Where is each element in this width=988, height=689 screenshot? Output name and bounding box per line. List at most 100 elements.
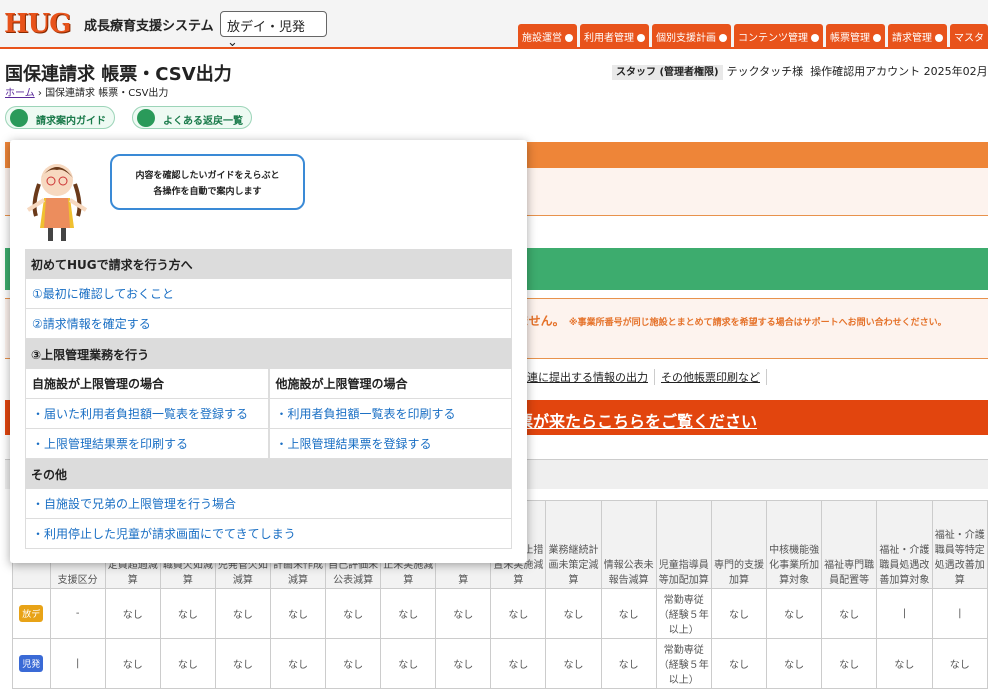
nav-tab[interactable]: コンテンツ管理 — [734, 24, 823, 49]
notice-subtext: ※事業所番号が同じ施設とまとめて請求を希望する場合はサポートへお問い合わせくださ… — [568, 318, 947, 328]
table-cell: | — [931, 588, 988, 639]
billing-guide-label: 請求案内ガイド — [36, 116, 106, 127]
table-cell: なし — [159, 588, 216, 639]
table-cell: なし — [710, 638, 768, 689]
table-cell: | — [876, 588, 933, 639]
top-header: HUG 成長療育支援システム 放デイ・児発 ⌄ 施設運営 利用者管理 個別支援計画 コ… — [0, 0, 988, 50]
role-badge: スタッフ (管理者権限) — [612, 65, 723, 80]
nav-tab-label: コンテンツ管理 — [738, 33, 808, 44]
service-select[interactable]: 放デイ・児発 ⌄ — [220, 11, 327, 50]
table-cell: なし — [821, 588, 878, 639]
table-row: 放デ - なし なし なし なし なし なし なし なし なし なし 常勤専従（経験５年以上） なし なしな… — [12, 588, 988, 639]
page-title: 国保連請求 帳票・CSV出力 — [5, 64, 232, 85]
table-cell: なし — [931, 638, 988, 689]
table-cell: なし — [435, 588, 492, 639]
guide-item-stopped-child[interactable]: ・利用停止した児童が請求画面にでてきてしまう — [25, 519, 512, 549]
nav-tab-label: 請求管理 — [892, 33, 932, 44]
column-header: 情報公表未報告減算 — [600, 500, 657, 589]
guide-item-print-result[interactable]: ・上限管理結果票を印刷する — [25, 429, 269, 459]
link-other-forms[interactable]: その他帳票印刷など — [655, 369, 767, 385]
guide-speech-bubble: 内容を確認したいガイドをえらぶと 各操作を自動で案内します — [110, 154, 305, 210]
nav-tab-label: 利用者管理 — [584, 33, 634, 44]
table-cell: なし — [214, 588, 271, 639]
bubble-line-2: 各操作を自動で案内します — [153, 187, 262, 197]
user-name: テックタッチ様 — [726, 65, 804, 78]
table-cell: なし — [600, 638, 657, 689]
guide-item-sibling-limit[interactable]: ・自施設で兄弟の上限管理を行う場合 — [25, 489, 512, 519]
nav-tab[interactable]: マスタ — [950, 24, 988, 49]
breadcrumb-current: 国保連請求 帳票・CSV出力 — [45, 88, 169, 99]
table-cell: 常勤専従（経験５年以上） — [655, 638, 712, 689]
table-cell: なし — [325, 638, 382, 689]
chevron-circle-icon — [565, 34, 573, 42]
guide-item-confirm-billing[interactable]: ②請求情報を確定する — [25, 309, 512, 339]
nav-tab[interactable]: 請求管理 — [888, 24, 947, 49]
nav-tab-label: 施設運営 — [522, 33, 562, 44]
col-own-facility: 自施設が上限管理の場合 — [25, 369, 269, 399]
nav-tab[interactable]: 施設運営 — [518, 24, 577, 49]
service-select-value: 放デイ・児発 — [227, 20, 306, 35]
chevron-down-icon: ⌄ — [227, 35, 238, 50]
system-name: 成長療育支援システム — [84, 19, 214, 34]
table-cell: なし — [269, 638, 327, 689]
table-cell: なし — [821, 638, 878, 689]
service-badge: 児発 — [19, 655, 44, 672]
table-cell: なし — [545, 638, 602, 689]
table-cell: なし — [545, 588, 602, 639]
col-other-facility: 他施設が上限管理の場合 — [268, 369, 512, 399]
column-header: 福祉専門職員配置等 — [821, 500, 878, 589]
billing-guide-button[interactable]: 請求案内ガイド — [5, 106, 115, 129]
table-cell: なし — [766, 588, 823, 639]
table-cell: なし — [490, 638, 547, 689]
hug-logo[interactable]: HUG — [4, 9, 71, 39]
column-header: 専門的支援加算 — [710, 500, 768, 589]
table-cell: 常勤専従（経験５年以上） — [655, 588, 712, 639]
tab-links: 保連に提出する情報の出力 その他帳票印刷など — [510, 369, 767, 385]
nav-tab[interactable]: 個別支援計画 — [652, 24, 731, 49]
table-cell: - — [49, 588, 106, 639]
breadcrumb-home[interactable]: ホーム — [5, 88, 35, 99]
section-other: その他 — [25, 459, 512, 489]
column-header: 児童指導員等加配加算 — [655, 500, 712, 589]
table-cell: なし — [214, 638, 271, 689]
table-cell: なし — [490, 588, 547, 639]
nav-tab[interactable]: 帳票管理 — [826, 24, 885, 49]
guide-item-check-first[interactable]: ①最初に確認しておくこと — [25, 279, 512, 309]
bubble-line-1: 内容を確認したいガイドをえらぶと — [135, 171, 280, 181]
table-cell: なし — [104, 588, 161, 639]
guide-item-register-result[interactable]: ・上限管理結果票を登録する — [268, 429, 512, 459]
guide-list: 初めてHUGで請求を行う方へ ①最初に確認しておくこと ②請求情報を確定する ③… — [25, 249, 512, 549]
link-kokuhoren-output[interactable]: 保連に提出する情報の出力 — [510, 369, 655, 385]
service-type-cell: 放デ — [12, 588, 51, 639]
breadcrumb: ホーム › 国保連請求 帳票・CSV出力 — [5, 88, 169, 99]
guide-popup: 内容を確認したいガイドをえらぶと 各操作を自動で案内します 初めてHUGで請求を行… — [10, 140, 527, 563]
section-first-time: 初めてHUGで請求を行う方へ — [25, 249, 512, 279]
table-row: 児発 | なし なし なし なし なし なし なし なし なし なし 常勤専従（経験５年以上） なし なしな… — [12, 638, 988, 689]
table-cell: なし — [325, 588, 382, 639]
table-cell: なし — [104, 638, 161, 689]
service-badge: 放デ — [19, 605, 44, 622]
column-header: 福祉・介護職員等特定処遇改善加算 — [931, 500, 988, 589]
nav-tab-label: マスタ — [954, 33, 984, 44]
guide-character-icon — [26, 164, 88, 241]
table-cell: なし — [269, 588, 327, 639]
chevron-circle-icon — [935, 34, 943, 42]
nav-tab-label: 個別支援計画 — [656, 33, 716, 44]
account-info: 操作確認用アカウント 2025年02月0 — [810, 65, 988, 78]
guide-item-register-burden-list[interactable]: ・届いた利用者負担額一覧表を登録する — [25, 399, 269, 429]
nav-tab[interactable]: 利用者管理 — [580, 24, 649, 49]
section-limit-management: ③上限管理業務を行う — [25, 339, 512, 369]
chevron-circle-icon — [873, 34, 881, 42]
returns-list-button[interactable]: よくある返戻一覧 — [132, 106, 252, 129]
guide-item-print-burden-list[interactable]: ・利用者負担額一覧表を印刷する — [268, 399, 512, 429]
table-cell: なし — [159, 638, 216, 689]
leaf-icon — [10, 109, 28, 127]
table-cell: | — [49, 638, 106, 689]
table-cell: なし — [380, 588, 437, 639]
table-cell: なし — [766, 638, 823, 689]
table-cell: なし — [876, 638, 933, 689]
chevron-circle-icon — [719, 34, 727, 42]
table-cell: なし — [600, 588, 657, 639]
nav-tab-label: 帳票管理 — [830, 33, 870, 44]
user-info: スタッフ (管理者権限) テックタッチ様 操作確認用アカウント 2025年02月0 — [612, 63, 988, 80]
